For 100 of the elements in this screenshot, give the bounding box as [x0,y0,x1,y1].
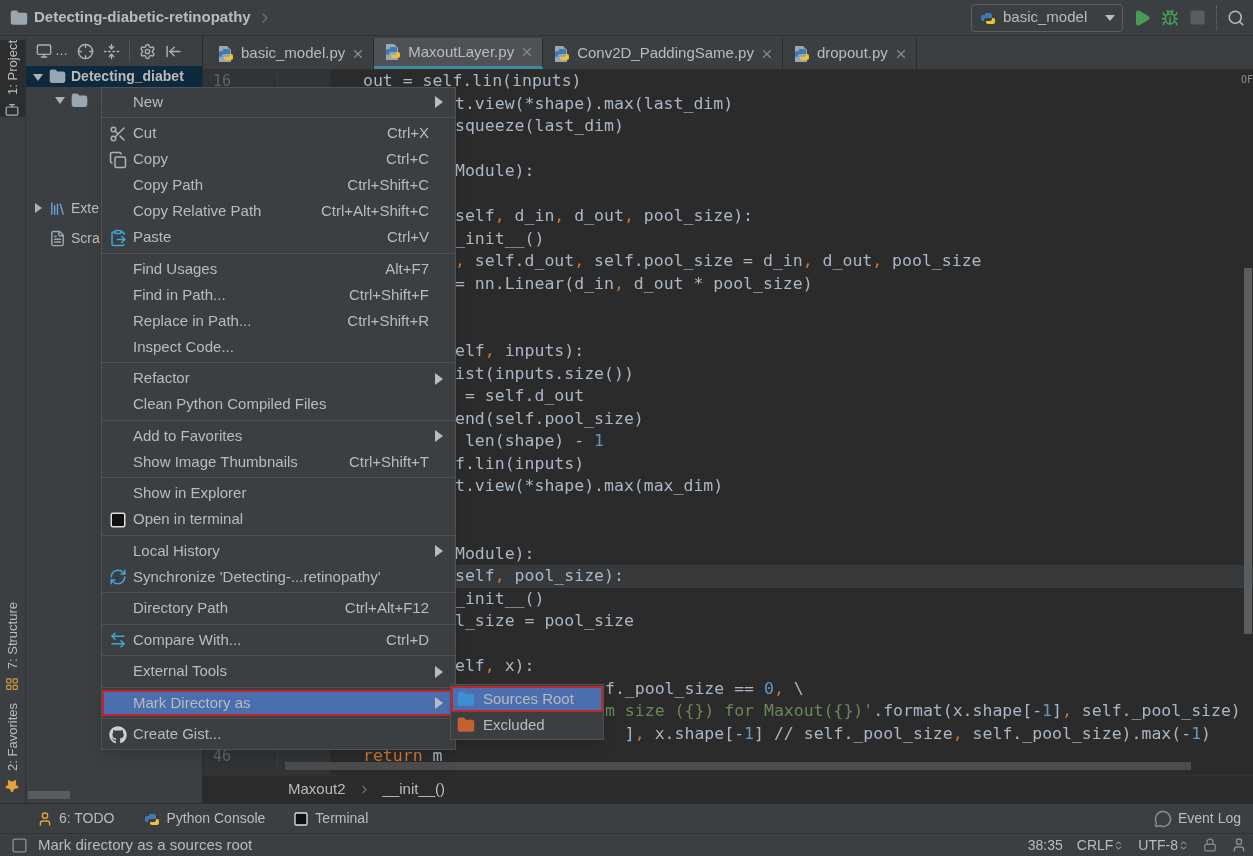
code-line: _init__() [455,227,545,250]
tree-item[interactable]: Scra [26,227,104,249]
menu-item[interactable]: Synchronize 'Detecting-...retinopathy' [102,564,455,590]
code-line: t.view(*shape).max(last_dim) [455,92,734,115]
code-line: l_size = pool_size [455,610,634,632]
menu-item[interactable]: Local History [102,538,455,564]
menu-item[interactable]: Directory Path Ctrl+Alt+F12 [102,595,455,622]
menu-item[interactable]: Compare With... Ctrl+D [102,627,455,653]
menu-item[interactable]: Add to Favorites [102,423,455,449]
submenu-arrow-icon [435,430,443,442]
menu-item[interactable]: Show in Explorer [102,480,455,507]
menu-item[interactable]: Find Usages Alt+F7 [102,256,455,282]
menu-item[interactable]: Clean Python Compiled Files [102,391,455,418]
menu-item[interactable]: Paste Ctrl+V [102,224,455,251]
code-line: _init__() [455,587,545,610]
shortcut-label: Alt+F7 [385,258,429,279]
tab-label: dropout.py [816,43,888,64]
terminal-icon [108,510,127,529]
tool-window-tab[interactable]: 1: Project [0,40,25,117]
menu-item[interactable]: Refactor [102,365,455,392]
menu-item[interactable]: New [102,89,455,115]
lock-icon[interactable] [1203,838,1217,852]
menu-item[interactable]: Show Image Thumbnails Ctrl+Shift+T [102,449,455,475]
code-line: Module): [455,542,535,565]
code-line: t.view(*shape).max(max_dim) [455,475,724,497]
submenu-arrow-icon [435,697,443,709]
person-icon [37,810,53,827]
person-icon[interactable] [1231,837,1247,853]
caret-position[interactable]: 38:35 [1027,834,1063,856]
horizontal-scrollbar-thumb[interactable] [285,762,1191,770]
panel-toggle-icon[interactable] [11,836,28,854]
code-line: m size ({}) for Maxout({})'.format(x.shape[-1], self._pool_size) [605,700,1241,722]
run-icon[interactable] [1133,8,1151,27]
code-line: Module): [455,160,535,182]
collapsed-arrow-icon[interactable] [32,202,44,214]
menu-item[interactable]: Copy Path Ctrl+Shift+C [102,172,455,199]
code-line: self, pool_size): [455,565,624,587]
scrollbar-thumb[interactable] [28,791,70,799]
terminal-icon [293,810,310,827]
expanded-arrow-icon[interactable] [54,94,66,106]
code-line: ist(inputs.size()) [455,362,634,385]
scissors-icon [108,124,127,143]
python-file-icon [553,44,572,63]
menu-item[interactable]: Inspect Code... [102,334,455,360]
tool-window-tab[interactable]: 7: Structure [0,601,25,692]
collapse-all-icon[interactable] [103,42,120,60]
editor-tab[interactable]: MaxoutLayer.py [374,38,544,69]
project-title[interactable]: Detecting-diabetic-retinopathy [34,6,251,29]
tab-label: Conv2D_PaddingSame.py [577,43,754,64]
star-icon [5,779,20,793]
shortcut-label: Ctrl+Shift+T [348,451,429,472]
menu-item[interactable]: External Tools [102,658,455,685]
breadcrumb-item[interactable]: Maxout2 [288,778,346,801]
line-separator-selector[interactable]: CRLF [1076,834,1125,856]
shortcut-label: Ctrl+Alt+F12 [344,598,429,619]
code-line: end(self.pool_size) [455,407,644,430]
menu-item[interactable]: Open in terminal [102,506,455,533]
menu-item[interactable]: Replace in Path... Ctrl+Shift+R [102,308,455,334]
project-view-icon[interactable] [36,43,52,59]
cat-logo-icon [108,725,127,744]
run-configuration-dropdown[interactable]: basic_model [971,3,1123,32]
submenu-arrow-icon [435,96,443,108]
inspection-status-label: OF [1240,73,1253,87]
code-line: f.lin(inputs) [455,452,585,475]
editor-tab[interactable]: dropout.py [782,38,917,69]
menu-item[interactable]: Copy Relative Path Ctrl+Alt+Shift+C [102,198,455,225]
debug-bug-icon[interactable] [1161,8,1179,27]
menu-item[interactable]: Copy Ctrl+C [102,146,455,173]
tool-window-button[interactable]: Python Console [142,808,266,829]
code-line: self, d_in, d_out, pool_size): [455,205,754,227]
menu-item[interactable]: Find in Path... Ctrl+Shift+F [102,282,455,308]
editor-tab[interactable]: Conv2D_PaddingSame.py [543,38,783,69]
encoding-selector[interactable]: UTF-8 [1138,834,1189,856]
folder-icon [10,8,28,27]
tree-item[interactable]: Exte [26,197,103,219]
project-icon [5,102,20,117]
code-line: len(shape) - 1 [463,430,604,452]
tree-item-label: Exte [71,200,99,216]
menu-item[interactable]: Cut Ctrl+X [102,120,455,147]
event-log-button[interactable]: Event Log [1153,808,1241,829]
tool-window-button[interactable]: Terminal [293,808,369,829]
folder-icon [49,68,66,85]
tool-window-button[interactable]: 6: TODO [37,808,115,829]
crosshair-icon[interactable] [77,42,94,60]
shortcut-label: Ctrl+Shift+C [347,175,429,196]
code-line: = nn.Linear(d_in, d_out * pool_size) [455,272,813,295]
python-file-icon [217,44,235,63]
status-message: Mark directory as a sources root [38,834,253,855]
tree-item-label: Detecting_diabet [71,69,184,84]
vertical-scrollbar-thumb[interactable] [1244,268,1252,634]
tool-window-tab[interactable]: 2: Favorites [0,703,25,793]
settings-icon[interactable] [139,42,156,60]
search-icon[interactable] [1227,8,1245,27]
document-icon [49,229,66,247]
shortcut-label: Ctrl+Shift+R [347,310,429,331]
tree-item[interactable]: Detecting_diabet [26,66,202,87]
breadcrumb-item[interactable]: __init__() [382,778,446,801]
library-icon [49,199,66,217]
copy-icon [108,150,127,169]
view-selector-label[interactable]: … [55,41,68,61]
